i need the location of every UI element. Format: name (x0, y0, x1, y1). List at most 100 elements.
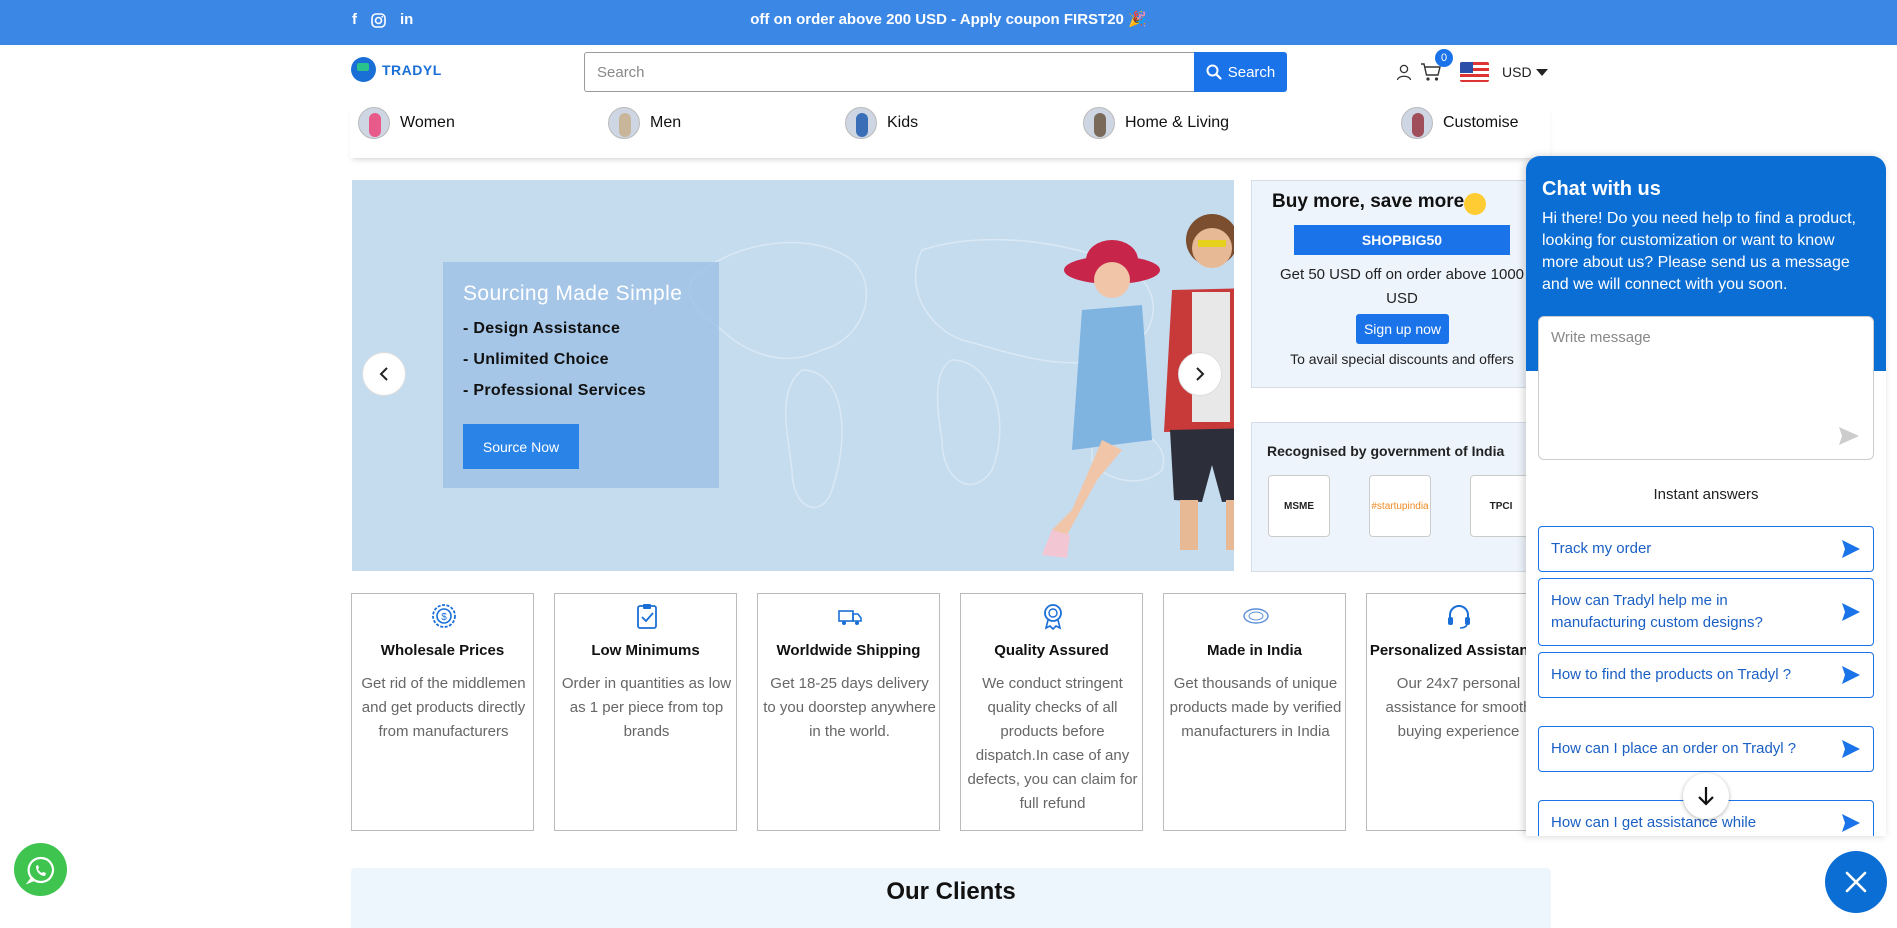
feature-description: Our 24x7 personal assistance for smooth … (1385, 675, 1532, 740)
source-now-button[interactable]: Source Now (463, 424, 579, 469)
quick-question[interactable]: How can I place an order on Tradyl ? (1538, 726, 1874, 772)
logo-text: TRADYL (382, 61, 442, 78)
feature-card-low-minimums: Low Minimums Order in quantities as low … (554, 593, 737, 831)
feature-description: Order in quantities as low as 1 per piec… (561, 675, 732, 740)
category-women[interactable]: Women (358, 107, 455, 139)
made-in-india-icon (1243, 608, 1269, 624)
chat-close-button[interactable] (1825, 851, 1887, 913)
chevron-down-icon[interactable] (1536, 69, 1548, 76)
chevron-left-icon (379, 367, 388, 381)
quick-question-label: How to find the products on Tradyl ? (1551, 666, 1792, 683)
feature-title: Low Minimums (591, 642, 700, 659)
send-icon (1842, 540, 1860, 558)
category-women-thumb (358, 107, 390, 139)
quick-question[interactable]: Track my order (1538, 526, 1874, 572)
close-icon (1845, 871, 1867, 893)
user-icon[interactable] (1396, 64, 1412, 81)
chat-message-box (1538, 316, 1874, 460)
carousel-next-button[interactable] (1178, 352, 1222, 396)
government-recognition: Recognised by government of India MSME #… (1251, 422, 1537, 572)
recognition-title: Recognised by government of India (1267, 443, 1505, 459)
feature-title: Personalized Assistance (1369, 642, 1546, 659)
truck-icon (838, 610, 862, 625)
offer-description: Get 50 USD off on order above 1000 USD (1279, 266, 1525, 307)
tpci-badge: TPCI (1470, 475, 1532, 537)
chat-title: Chat with us (1542, 178, 1661, 200)
feature-title: Worldwide Shipping (776, 642, 921, 659)
category-label: Home & Living (1125, 114, 1230, 131)
send-icon (1842, 740, 1860, 758)
search-button[interactable]: Search (1194, 52, 1287, 92)
feature-title: Quality Assured (994, 642, 1109, 659)
chat-widget: Chat with us Hi there! Do you need help … (1526, 156, 1886, 836)
quick-question-label: How can I place an order on Tradyl ? (1551, 740, 1797, 757)
us-flag-icon[interactable] (1460, 62, 1489, 82)
send-icon[interactable] (1838, 426, 1860, 446)
sign-up-button[interactable]: Sign up now (1356, 314, 1449, 344)
promo-text: off on order above 200 USD - Apply coupo… (750, 11, 1147, 28)
hero-text-box: Sourcing Made Simple - Design Assistance… (443, 262, 719, 488)
feature-card-quality-assured: Quality Assured We conduct stringent qua… (960, 593, 1143, 831)
hero-banner[interactable]: Sourcing Made Simple - Design Assistance… (352, 180, 1234, 571)
carousel-prev-button[interactable] (362, 352, 406, 396)
svg-text:$: $ (441, 612, 447, 623)
feature-description: Get thousands of unique products made by… (1169, 675, 1342, 740)
search-input[interactable] (584, 52, 1194, 92)
chat-message-input[interactable] (1539, 317, 1873, 459)
quick-question[interactable]: How can Tradyl help me in manufacturing … (1538, 578, 1874, 646)
category-kids[interactable]: Kids (845, 107, 918, 139)
award-icon (1044, 604, 1062, 630)
arrow-down-icon (1698, 787, 1714, 806)
logo-mark-icon (351, 57, 376, 82)
scroll-down-button[interactable] (1683, 773, 1729, 819)
category-kids-thumb (845, 107, 877, 139)
instant-answers-title: Instant answers (1653, 486, 1759, 503)
category-home-living[interactable]: Home & Living (1083, 107, 1229, 139)
hero-line: - Professional Services (463, 382, 646, 399)
offer-title: Buy more, save more (1272, 191, 1465, 212)
category-men-thumb (608, 107, 640, 139)
currency-selector[interactable]: USD (1502, 64, 1532, 80)
search-bar: Search (584, 52, 1287, 92)
logo[interactable]: TRADYL (351, 57, 442, 82)
clipboard-check-icon (637, 604, 657, 629)
offer-card: Buy more, save more SHOPBIG50 Get 50 USD… (1251, 180, 1537, 388)
feature-title: Wholesale Prices (380, 642, 505, 659)
dollar-badge-icon: $ (432, 604, 456, 628)
category-nav: Women Men Kids Home & Living Customise (350, 104, 1550, 158)
category-label: Kids (887, 114, 919, 131)
hero-title: Sourcing Made Simple (463, 282, 683, 305)
send-icon (1842, 603, 1860, 621)
chevron-right-icon (1196, 367, 1205, 381)
hero-line: - Unlimited Choice (463, 351, 609, 368)
quick-question[interactable]: How to find the products on Tradyl ? (1538, 652, 1874, 698)
category-label: Women (400, 114, 455, 131)
msme-badge: MSME (1268, 475, 1330, 537)
coupon-code: SHOPBIG50 (1294, 225, 1510, 255)
chat-intro: Hi there! Do you need help to find a pro… (1542, 210, 1856, 293)
promo-bar: f in off on order above 200 USD - Apply … (0, 0, 1897, 45)
category-men[interactable]: Men (608, 107, 681, 139)
startupindia-badge: #startupindia (1369, 475, 1431, 537)
hero-line: - Design Assistance (463, 320, 621, 337)
feature-card-personalized-assistance: Personalized Assistance Our 24x7 persona… (1366, 593, 1549, 831)
feature-description: We conduct stringent quality checks of a… (967, 675, 1138, 812)
send-icon (1842, 814, 1860, 832)
clients-title: Our Clients (886, 878, 1016, 905)
category-customise[interactable]: Customise (1401, 107, 1519, 139)
star-eyes-emoji-icon (1464, 193, 1486, 215)
quick-question-label: Track my order (1551, 540, 1652, 557)
feature-description: Get rid of the middlemen and get product… (361, 675, 526, 740)
category-customise-thumb (1401, 107, 1433, 139)
feature-title: Made in India (1206, 642, 1302, 659)
offer-note: To avail special discounts and offers (1290, 351, 1514, 367)
feature-card-worldwide-shipping: Worldwide Shipping Get 18-25 days delive… (757, 593, 940, 831)
send-icon (1842, 666, 1860, 684)
search-icon (1206, 64, 1222, 80)
feature-description: Get 18-25 days delivery to you doorstep … (763, 675, 936, 740)
feature-card-wholesale-prices: $ Wholesale Prices Get rid of the middle… (351, 593, 534, 831)
whatsapp-button[interactable] (14, 843, 67, 896)
clients-section: Our Clients (351, 868, 1551, 928)
quick-question-label: How can I get assistance while (1551, 814, 1757, 831)
cart-count-badge: 0 (1435, 49, 1453, 67)
